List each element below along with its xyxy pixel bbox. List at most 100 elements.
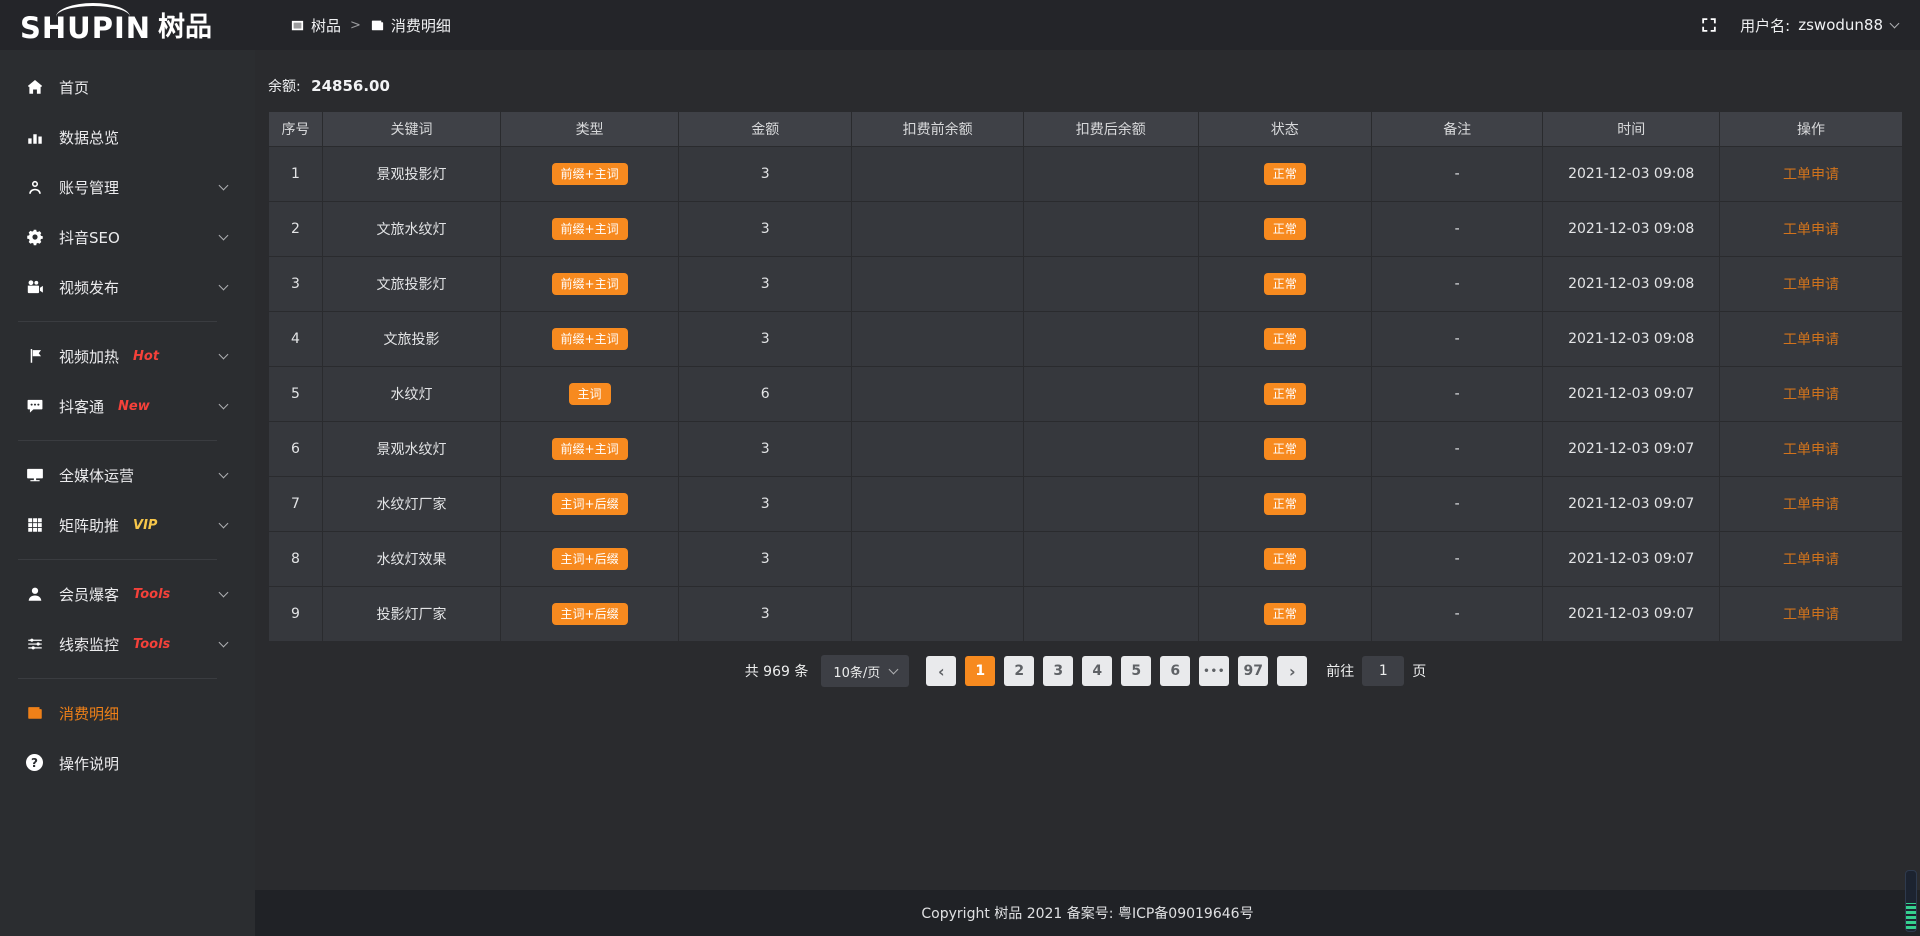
work-order-link[interactable]: 工单申请 [1783,442,1839,458]
cell-time: 2021-12-03 09:07 [1543,367,1719,422]
cell-amount: 3 [679,257,852,312]
cell-balance-after [1023,257,1198,312]
sidebar-item-label: 线索监控 [59,634,119,655]
page-button-5[interactable]: 5 [1121,656,1151,686]
sidebar-item-question[interactable]: ? 操作说明 [0,738,255,788]
user-menu[interactable]: 用户名: zswodun88 [1740,15,1898,36]
sidebar-item-badge: Tools [133,637,170,652]
grid-icon [26,516,44,534]
page-button-97[interactable]: 97 [1238,656,1268,686]
sidebar-item-gear[interactable]: 抖音SEO [0,212,255,262]
cell-balance-before [852,367,1024,422]
sidebar-divider [18,440,217,441]
cell-balance-before [852,532,1024,587]
copyright-text: Copyright 树品 2021 备案号: 粤ICP备09019646号 [921,903,1253,923]
work-order-link[interactable]: 工单申请 [1783,607,1839,623]
next-page-button[interactable]: › [1277,656,1307,686]
sidebar-menu: 首页 数据总览 账号管理 抖音SEO 视频发布 视频加热 Hot 抖客通 New… [0,50,255,936]
page-button-1[interactable]: 1 [965,656,995,686]
page-button-3[interactable]: 3 [1043,656,1073,686]
cell-action: 工单申请 [1719,532,1902,587]
page-button-4[interactable]: 4 [1082,656,1112,686]
pagination-ellipsis[interactable]: ••• [1199,656,1229,686]
page-button-6[interactable]: 6 [1160,656,1190,686]
work-order-link[interactable]: 工单申请 [1783,497,1839,513]
column-header: 金额 [679,112,852,147]
work-order-link[interactable]: 工单申请 [1783,222,1839,238]
cell-keyword: 景观投影灯 [322,147,500,202]
cell-amount: 3 [679,147,852,202]
footer: Copyright 树品 2021 备案号: 粤ICP备09019646号 [255,890,1920,936]
total-count: 共 969 条 [745,661,809,681]
page-size-select[interactable]: 10条/页 [821,655,909,687]
cell-balance-before [852,422,1024,477]
cell-type: 主词+后缀 [501,587,679,642]
work-order-link[interactable]: 工单申请 [1783,277,1839,293]
cell-type: 前缀+主词 [501,202,679,257]
sidebar-divider [18,321,217,322]
cell-action: 工单申请 [1719,312,1902,367]
sliders-icon [26,635,44,653]
sidebar-item-monitor[interactable]: 全媒体运营 [0,450,255,500]
sidebar-item-grid[interactable]: 矩阵助推 VIP [0,500,255,550]
status-badge: 正常 [1264,438,1306,460]
page-button-2[interactable]: 2 [1004,656,1034,686]
sidebar-divider [18,678,217,679]
sidebar-item-chat[interactable]: 抖客通 New [0,381,255,431]
chat-icon [26,397,44,415]
sidebar-item-sliders[interactable]: 线索监控 Tools [0,619,255,669]
cell-keyword: 水纹灯 [322,367,500,422]
cell-type: 主词+后缀 [501,477,679,532]
work-order-link[interactable]: 工单申请 [1783,332,1839,348]
balance-value: 24856.00 [311,77,390,95]
balance-summary: 余额: 24856.00 [268,76,1920,96]
work-order-link[interactable]: 工单申请 [1783,387,1839,403]
main-content: 余额: 24856.00 序号关键词类型金额扣费前余额扣费后余额状态备注时间操作… [255,50,1920,936]
sidebar-item-label: 操作说明 [59,753,119,774]
cell-status: 正常 [1198,367,1371,422]
breadcrumb-root[interactable]: 树品 [290,15,341,36]
cell-amount: 3 [679,202,852,257]
work-order-link[interactable]: 工单申请 [1783,167,1839,183]
sidebar-item-chart[interactable]: 数据总览 [0,112,255,162]
status-badge: 正常 [1264,163,1306,185]
chevron-down-icon [219,399,229,409]
cell-amount: 3 [679,532,852,587]
prev-page-button[interactable]: ‹ [926,656,956,686]
cell-amount: 3 [679,422,852,477]
chevron-down-icon [219,518,229,528]
cell-balance-before [852,587,1024,642]
gear-icon [26,228,44,246]
column-header: 序号 [269,112,323,147]
sidebar-item-label: 消费明细 [59,703,119,724]
sidebar-item-home[interactable]: 首页 [0,62,255,112]
battery-indicator-overlay[interactable] [1905,870,1917,932]
goto-page-input[interactable] [1362,656,1404,686]
user-icon [26,178,44,196]
status-badge: 正常 [1264,548,1306,570]
cell-index: 8 [269,532,323,587]
sidebar-item-user[interactable]: 账号管理 [0,162,255,212]
cell-balance-before [852,257,1024,312]
cell-action: 工单申请 [1719,422,1902,477]
cell-remark: - [1371,202,1543,257]
chevron-down-icon [889,664,899,674]
cell-keyword: 投影灯厂家 [322,587,500,642]
sidebar-item-person[interactable]: 会员爆客 Tools [0,569,255,619]
topbar: SHUPIN 树品 树品 > 消费明细 用户名: zswodun88 [0,0,1920,50]
chart-icon [26,128,44,146]
sidebar-item-flag[interactable]: 视频加热 Hot [0,331,255,381]
cell-keyword: 水纹灯效果 [322,532,500,587]
consumption-table: 序号关键词类型金额扣费前余额扣费后余额状态备注时间操作 1 景观投影灯 前缀+主… [268,111,1903,642]
chevron-down-icon [219,587,229,597]
breadcrumb-current[interactable]: 消费明细 [370,15,451,36]
table-row: 5 水纹灯 主词 6 正常 - 2021-12-03 09:07 工单申请 [269,367,1903,422]
wallet-icon [26,704,44,722]
work-order-link[interactable]: 工单申请 [1783,552,1839,568]
cell-balance-after [1023,587,1198,642]
sidebar-item-video[interactable]: 视频发布 [0,262,255,312]
cell-type: 主词 [501,367,679,422]
fullscreen-icon[interactable] [1700,16,1718,34]
sidebar-item-wallet[interactable]: 消费明细 [0,688,255,738]
cell-remark: - [1371,477,1543,532]
